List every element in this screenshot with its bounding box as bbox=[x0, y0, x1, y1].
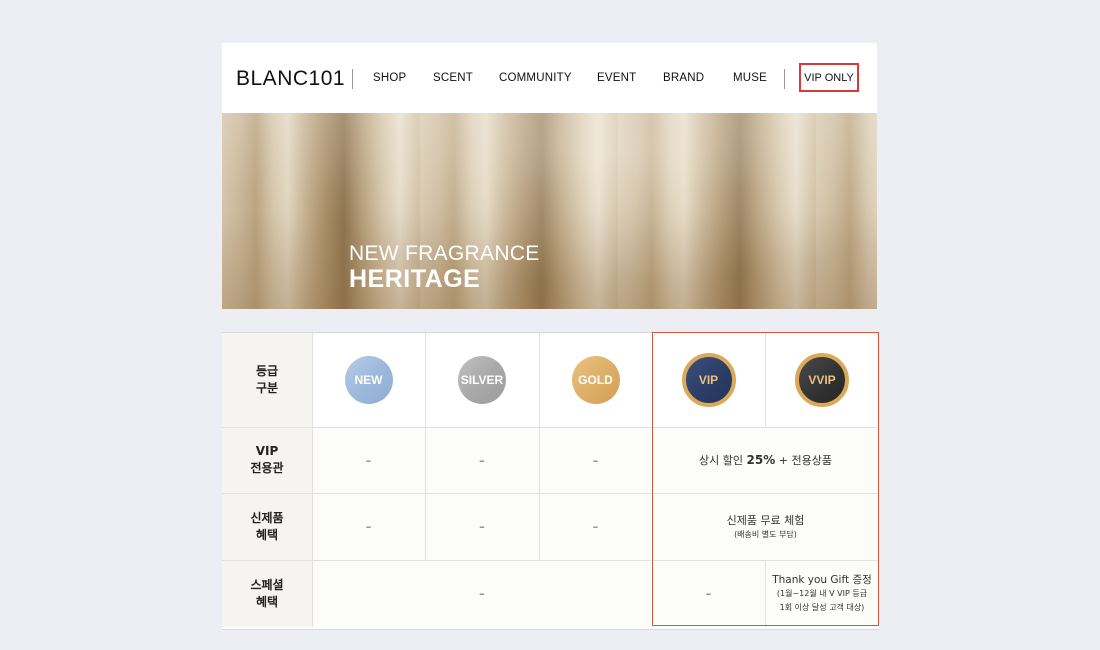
grid-line bbox=[222, 560, 879, 561]
row-label-special: 스페셜혜택 bbox=[222, 560, 312, 627]
tier-silver-cell: SILVER bbox=[425, 333, 539, 427]
tier-gold-badge: GOLD bbox=[571, 356, 620, 404]
grid-line bbox=[765, 560, 766, 627]
grid-line bbox=[765, 333, 766, 427]
grid-line bbox=[222, 427, 879, 428]
row1-label-line1: VIP bbox=[255, 444, 279, 458]
nav-item-scent[interactable]: SCENT bbox=[433, 72, 473, 84]
tier-new-badge: NEW bbox=[344, 356, 393, 404]
row3-new-silver-gold-value: – bbox=[312, 560, 652, 627]
vip-only-button[interactable]: VIP ONLY bbox=[799, 63, 859, 92]
row3-label-line2: 혜택 bbox=[255, 594, 279, 609]
row3-vvip-main: Thank you Gift 증정 bbox=[772, 574, 872, 586]
row-label-new-product: 신제품혜택 bbox=[222, 493, 312, 560]
tier-vip-cell: VIP bbox=[652, 333, 765, 427]
row3-vvip-value: Thank you Gift 증정 (1월~12월 내 V VIP 등급 1회 이상… bbox=[765, 560, 879, 627]
nav-item-brand[interactable]: BRAND bbox=[663, 72, 704, 84]
row1-silver-value: – bbox=[425, 427, 539, 493]
grid-line bbox=[425, 333, 426, 560]
row3-vvip-sub2: 1회 이상 달성 고객 대상) bbox=[779, 603, 865, 612]
row2-gold-value: – bbox=[539, 493, 652, 560]
tier-silver-badge: SILVER bbox=[458, 356, 506, 404]
header-label-cell: 등급구분 bbox=[222, 333, 312, 427]
row2-merged-main: 신제품 무료 체험 bbox=[726, 513, 805, 527]
hero-banner[interactable]: NEW FRAGRANCE HERITAGE bbox=[222, 113, 877, 309]
row1-merged-text-pre: 상시 할인 bbox=[699, 454, 747, 467]
nav-item-muse[interactable]: MUSE bbox=[733, 72, 767, 84]
banner-subtitle: NEW FRAGRANCE bbox=[349, 242, 540, 265]
row2-silver-value: – bbox=[425, 493, 539, 560]
row2-vip-vvip-value: 신제품 무료 체험 (배송비 별도 부담) bbox=[652, 493, 879, 560]
banner-title: HERITAGE bbox=[349, 265, 481, 293]
row2-merged-sub: (배송비 별도 부담) bbox=[734, 529, 797, 539]
grid-line bbox=[312, 333, 313, 627]
brand-logo[interactable]: BLANC101 bbox=[236, 67, 345, 91]
row2-label-line1: 신제품 bbox=[250, 510, 284, 525]
row2-new-value: – bbox=[312, 493, 425, 560]
row3-label-line1: 스페셜 bbox=[250, 577, 284, 592]
row3-vvip-sub1: (1월~12월 내 V VIP 등급 bbox=[776, 589, 868, 598]
tier-vvip-cell: VVIP bbox=[765, 333, 879, 427]
header-label-line2: 구분 bbox=[255, 381, 279, 395]
grid-line bbox=[652, 333, 653, 627]
row1-merged-discount: 25% bbox=[746, 453, 776, 467]
grid-line bbox=[222, 493, 879, 494]
row1-new-value: – bbox=[312, 427, 425, 493]
nav-item-community[interactable]: COMMUNITY bbox=[499, 72, 572, 84]
nav-divider bbox=[784, 69, 785, 89]
tier-new-cell: NEW bbox=[312, 333, 425, 427]
nav-item-shop[interactable]: SHOP bbox=[373, 72, 406, 84]
logo-divider bbox=[352, 69, 353, 89]
row1-gold-value: – bbox=[539, 427, 652, 493]
tier-vip-badge: VIP bbox=[681, 353, 736, 407]
nav-item-event[interactable]: EVENT bbox=[597, 72, 636, 84]
header-label-line1: 등급 bbox=[255, 364, 279, 378]
tier-gold-cell: GOLD bbox=[539, 333, 652, 427]
grid-line bbox=[539, 333, 540, 560]
membership-benefits-table: 등급구분 NEW SILVER GOLD VIP VVIP VIP 전용관 – –… bbox=[222, 332, 879, 630]
top-navigation: BLANC101 SHOP SCENT COMMUNITY EVENT BRAN… bbox=[222, 43, 877, 113]
row-label-vip-lounge: VIP 전용관 bbox=[222, 427, 312, 493]
row1-vip-vvip-value: 상시 할인 25% + 전용상품 bbox=[652, 427, 879, 493]
row1-merged-text-post: + 전용상품 bbox=[775, 454, 832, 467]
row1-label-line2: 전용관 bbox=[250, 461, 284, 475]
row2-label-line2: 혜택 bbox=[255, 527, 279, 542]
row3-vip-value: – bbox=[652, 560, 765, 627]
tier-vvip-badge: VVIP bbox=[795, 353, 849, 407]
